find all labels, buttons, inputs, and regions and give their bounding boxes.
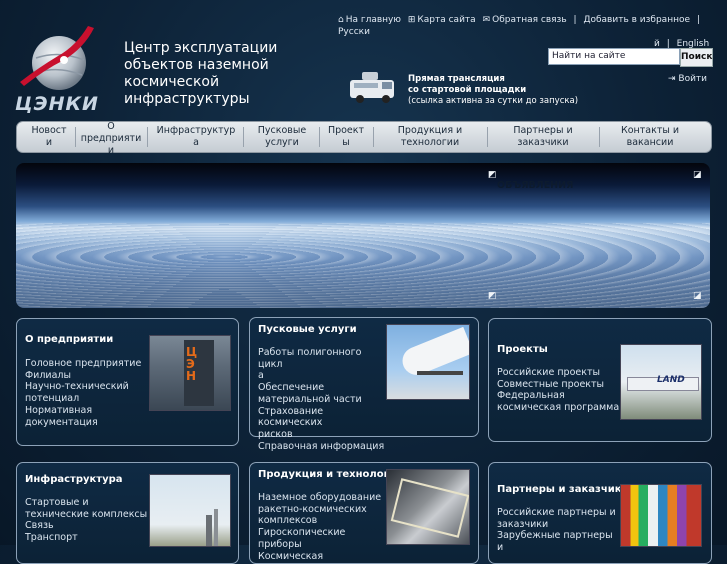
feedback-link[interactable]: ✉ Обратная связь	[483, 15, 567, 25]
nav-item-projects[interactable]: Проект ы	[323, 125, 369, 149]
broadcast-line2: со стартовой площадки	[408, 85, 527, 95]
nav-item-launch-services[interactable]: Пусковые услуги	[249, 125, 315, 149]
broadcast-line3: (ссылка активна за сутки до запуска)	[408, 96, 579, 106]
link-insurance-wrap[interactable]: рисков	[258, 429, 388, 441]
link-federal-wrap[interactable]: космическая программа	[497, 402, 621, 414]
link-normative-wrap[interactable]: документация	[25, 417, 151, 429]
live-broadcast-link[interactable]: Прямая трансляция со стартовой площадки …	[408, 74, 588, 107]
link-normative[interactable]: Нормативная	[25, 405, 151, 417]
favorites-link[interactable]: Добавить в избранное	[583, 15, 690, 25]
link-ground-equipment-wrap[interactable]: ракетно-космических	[258, 504, 388, 516]
nav-divider	[243, 127, 244, 147]
link-support-wrap[interactable]: материальной части	[258, 394, 388, 406]
search-input[interactable]: Найти на сайте	[548, 48, 680, 65]
link-space[interactable]: Космическая	[258, 551, 388, 563]
nav-divider	[487, 127, 488, 147]
banner-clouds	[16, 223, 710, 308]
nav-divider	[147, 127, 148, 147]
link-launch-complexes-wrap[interactable]: технические комплексы	[25, 509, 151, 521]
login-icon: ⇥	[668, 74, 679, 84]
prev-icon[interactable]: ◩	[488, 170, 497, 180]
panel-launch-links: Работы полигонного цикл а Обеспечение ма…	[258, 347, 388, 452]
link-range-works-wrap[interactable]: а	[258, 370, 388, 382]
link-ground-equipment[interactable]: Наземное оборудование	[258, 492, 388, 504]
nav-item-news[interactable]: Новост и	[27, 125, 71, 149]
panel-projects-title[interactable]: Проекты	[497, 344, 548, 355]
panel-projects-links: Российские проекты Совместные проекты Фе…	[497, 367, 621, 414]
search-button[interactable]: Поиск	[680, 48, 713, 67]
link-joint-projects[interactable]: Совместные проекты	[497, 379, 621, 391]
link-range-works[interactable]: Работы полигонного цикл	[258, 347, 388, 370]
link-gyro[interactable]: Гироскопические приборы	[258, 527, 388, 550]
banner-image	[16, 163, 710, 308]
link-transport[interactable]: Транспорт	[25, 532, 151, 544]
separator: |	[573, 15, 577, 25]
link-launch-complexes[interactable]: Стартовые и	[25, 497, 151, 509]
nav-item-contacts[interactable]: Контакты и вакансии	[605, 125, 695, 149]
link-branches[interactable]: Филиалы	[25, 370, 151, 382]
site-title: Центр эксплуатации объектов наземной кос…	[124, 40, 278, 107]
nav-item-infrastructure[interactable]: Инфраструктур а	[153, 125, 239, 149]
link-insurance[interactable]: Страхование космических	[258, 406, 388, 429]
nav-item-about[interactable]: Опредприяти и	[79, 121, 143, 157]
link-head-office[interactable]: Головное предприятие	[25, 358, 151, 370]
link-federal[interactable]: Федеральная	[497, 390, 621, 402]
login-link[interactable]: ⇥ Войти	[668, 74, 707, 84]
panel-products-links: Наземное оборудование ракетно-космически…	[258, 492, 388, 562]
rss-icon[interactable]: ◪	[693, 170, 702, 180]
nav-divider	[373, 127, 374, 147]
main-nav: Новост и Опредприяти и Инфраструктур а Пуск…	[16, 121, 712, 156]
infrastructure-launchpad-image[interactable]	[149, 474, 231, 547]
panel-infrastructure-title[interactable]: Инфраструктура	[25, 474, 123, 485]
home-link[interactable]: ⌂ На главную	[338, 15, 401, 25]
nav-item-products[interactable]: Продукция и технологии	[379, 125, 481, 149]
broadcast-line1: Прямая трансляция	[408, 74, 505, 84]
link-communications[interactable]: Связь	[25, 520, 151, 532]
nav-divider	[319, 127, 320, 147]
panel-products-title[interactable]: Продукция и технологии	[258, 469, 403, 480]
link-russian-projects[interactable]: Российские проекты	[497, 367, 621, 379]
link-russian-partners[interactable]: Российские партнеры и	[497, 507, 621, 519]
scroll-left-icon[interactable]: ◩	[488, 291, 497, 301]
panel-partners-links: Российские партнеры и заказчики Зарубежн…	[497, 507, 621, 554]
projects-sealaunch-image[interactable]: LAND	[620, 344, 702, 420]
about-building-image[interactable]: ЦЭН	[149, 335, 231, 411]
panel-launch-title[interactable]: Пусковые услуги	[258, 324, 357, 335]
top-links: ⌂ На главную ⊞ Карта сайта ✉ Обратная связь…	[338, 14, 718, 50]
panel-about-title[interactable]: О предприятии	[25, 334, 113, 345]
link-support[interactable]: Обеспечение	[258, 382, 388, 394]
sitemap-icon: ⊞	[407, 15, 416, 25]
link-sci-tech-wrap[interactable]: потенциал	[25, 393, 151, 405]
separator: |	[696, 15, 700, 25]
mail-icon: ✉	[482, 15, 491, 25]
products-device-image[interactable]	[386, 469, 470, 545]
nav-divider	[599, 127, 600, 147]
lang-russian-link[interactable]: Русски	[338, 27, 370, 37]
link-reference[interactable]: Справочная информация	[258, 441, 388, 453]
partners-flags-image[interactable]	[620, 484, 702, 547]
link-foreign-partners[interactable]: Зарубежные партнеры и	[497, 530, 621, 553]
link-ground-equipment-wrap2[interactable]: комплексов	[258, 515, 388, 527]
panel-infrastructure-links: Стартовые и технические комплексы Связь …	[25, 497, 151, 544]
panel-partners-title[interactable]: Партнеры и заказчики	[497, 484, 629, 495]
nav-item-partners[interactable]: Партнеры и заказчики	[493, 125, 593, 149]
link-russian-partners-wrap[interactable]: заказчики	[497, 519, 621, 531]
home-icon: ⌂	[338, 15, 344, 25]
logo-text: ЦЭНКИ	[15, 93, 99, 115]
panel-about-links: Головное предприятие Филиалы Научно-техн…	[25, 358, 151, 428]
announcements-heading[interactable]: ОБЪЯВЛЕНИЯ	[497, 180, 573, 191]
logo-emblem-icon	[20, 26, 94, 90]
sitemap-link[interactable]: ⊞ Карта сайта	[408, 15, 476, 25]
broadcast-van-icon[interactable]	[346, 66, 400, 106]
scroll-right-icon[interactable]: ◪	[693, 291, 702, 301]
launch-rocket-image[interactable]	[386, 324, 470, 400]
link-sci-tech[interactable]: Научно-технический	[25, 381, 151, 393]
nav-divider	[75, 127, 76, 147]
